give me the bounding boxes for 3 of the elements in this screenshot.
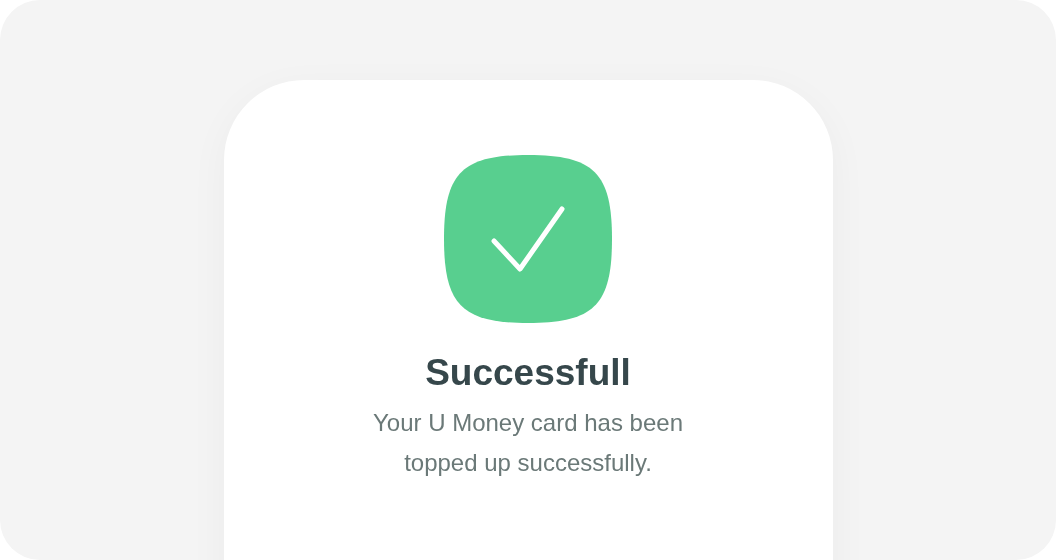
check-icon xyxy=(444,155,612,323)
dialog-message: Your U Money card has been topped up successfully. xyxy=(372,408,684,478)
dialog-title: Successfull xyxy=(425,351,631,395)
